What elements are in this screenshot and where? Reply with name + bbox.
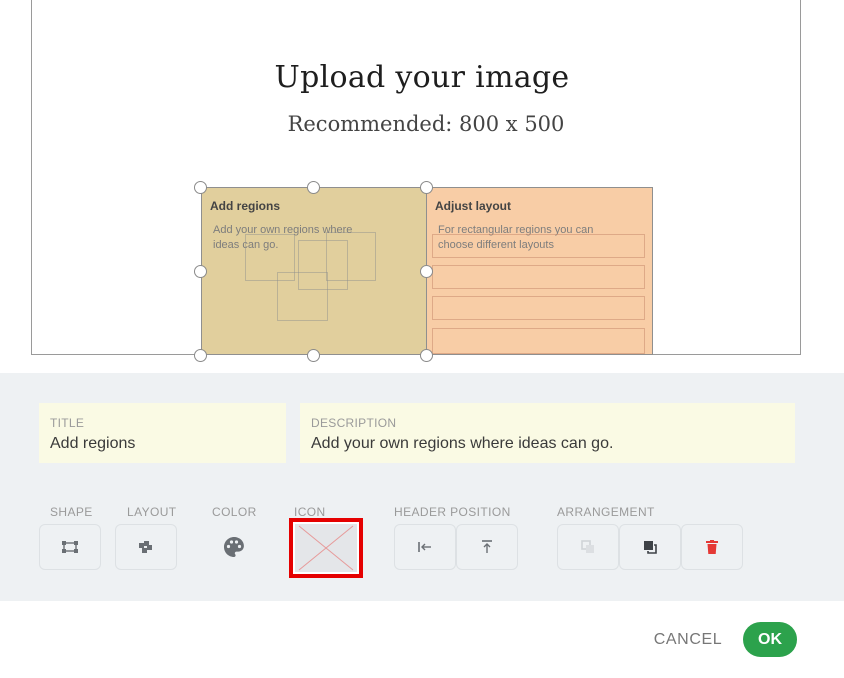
- layout-row: [432, 296, 645, 320]
- layout-label: LAYOUT: [127, 505, 177, 519]
- resize-handle-bottom-left[interactable]: [194, 349, 207, 362]
- title-field-value[interactable]: Add regions: [50, 435, 135, 453]
- region-illustration-box: [326, 232, 376, 281]
- layout-blocks-icon: [139, 541, 152, 553]
- delete-region-button[interactable]: [681, 524, 743, 570]
- region-editor-panel: TITLE Add regions DESCRIPTION Add your o…: [0, 373, 844, 601]
- resize-handle-top-right[interactable]: [420, 181, 433, 194]
- ok-button[interactable]: OK: [743, 622, 797, 657]
- empty-image-icon: [295, 524, 357, 572]
- description-field[interactable]: DESCRIPTION Add your own regions where i…: [300, 403, 795, 463]
- region-adjust-layout[interactable]: Adjust layout For rectangular regions yo…: [427, 187, 653, 355]
- layout-row: [432, 234, 645, 258]
- layout-row: [432, 265, 645, 289]
- resize-handle-bottom-right[interactable]: [420, 349, 433, 362]
- icon-label: ICON: [294, 505, 326, 519]
- resize-handle-top-left[interactable]: [194, 181, 207, 194]
- region-illustration-box: [277, 272, 328, 321]
- layout-row: [432, 328, 645, 354]
- layout-button[interactable]: [115, 524, 177, 570]
- resize-handle-right[interactable]: [420, 265, 433, 278]
- resize-handle-top[interactable]: [307, 181, 320, 194]
- resize-handle-left[interactable]: [194, 265, 207, 278]
- send-to-back-icon: [581, 540, 594, 553]
- description-field-value[interactable]: Add your own regions where ideas can go.: [311, 435, 613, 453]
- align-top-bar-icon: [482, 540, 492, 553]
- title-field-label: TITLE: [50, 416, 85, 430]
- trash-icon: [706, 540, 718, 554]
- header-position-left-button[interactable]: [394, 524, 456, 570]
- title-field[interactable]: TITLE Add regions: [39, 403, 286, 463]
- cancel-button[interactable]: CANCEL: [652, 628, 724, 652]
- icon-picker-button[interactable]: [289, 518, 363, 578]
- bring-to-front-icon: [644, 541, 657, 554]
- bring-to-front-button[interactable]: [619, 524, 681, 570]
- shape-transform-icon: [62, 541, 78, 553]
- palette-icon: [224, 537, 244, 557]
- header-position-top-button[interactable]: [456, 524, 518, 570]
- header-position-label: HEADER POSITION: [394, 505, 511, 519]
- shape-button[interactable]: [39, 524, 101, 570]
- color-label: COLOR: [212, 505, 257, 519]
- align-left-bar-icon: [418, 542, 431, 552]
- region-title: Adjust layout: [435, 199, 512, 213]
- upload-recommendation: Recommended: 800 x 500: [287, 112, 565, 136]
- arrangement-label: ARRANGEMENT: [557, 505, 655, 519]
- region-add-regions[interactable]: Add regions Add your own regions where i…: [201, 187, 427, 355]
- description-field-label: DESCRIPTION: [311, 416, 397, 430]
- send-to-back-button[interactable]: [557, 524, 619, 570]
- resize-handle-bottom[interactable]: [307, 349, 320, 362]
- color-picker-button[interactable]: [220, 533, 248, 561]
- region-title: Add regions: [210, 199, 281, 213]
- shape-label: SHAPE: [50, 505, 93, 519]
- upload-title[interactable]: Upload your image: [0, 60, 844, 95]
